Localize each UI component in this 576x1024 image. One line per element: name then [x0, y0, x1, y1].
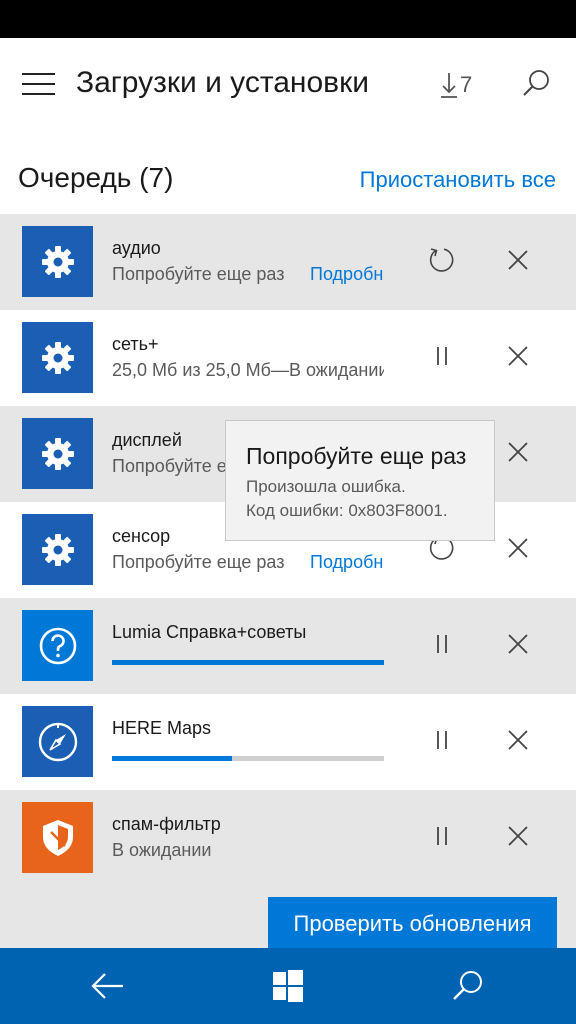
cancel-button[interactable] — [500, 242, 536, 278]
list-item[interactable]: спам-фильтр В ожидании — [0, 790, 576, 886]
shield-icon — [42, 819, 73, 856]
navigation-bar — [0, 948, 576, 1024]
tooltip-error-code: Код ошибки: 0x803F8001. — [246, 501, 448, 520]
cancel-button[interactable] — [500, 434, 536, 470]
gear-icon — [41, 341, 74, 374]
gear-icon — [41, 245, 74, 278]
pause-button[interactable] — [424, 818, 460, 854]
list-item[interactable]: сеть+ 25,0 Мб из 25,0 Мб—В ожидании — [0, 310, 576, 406]
item-name: аудио — [112, 238, 161, 258]
compass-icon — [38, 722, 77, 761]
retry-button[interactable] — [424, 242, 460, 278]
details-link[interactable]: Подробнее — [310, 264, 384, 285]
item-name: Lumia Справка+советы — [112, 622, 307, 642]
pause-icon — [437, 347, 447, 365]
item-name: сенсор — [112, 526, 171, 546]
list-item[interactable]: Lumia Справка+советы — [0, 598, 576, 694]
item-status: В ожидании — [112, 840, 212, 860]
cancel-button[interactable] — [500, 530, 536, 566]
pause-button[interactable] — [424, 626, 460, 662]
item-name: спам-фильтр — [112, 814, 221, 834]
app-tile — [22, 802, 93, 873]
details-link[interactable]: Подробнее — [310, 552, 384, 573]
help-question-icon — [39, 627, 76, 664]
hamburger-menu-icon[interactable] — [22, 72, 56, 96]
item-status: 25,0 Мб из 25,0 Мб—В ожидании — [112, 360, 384, 380]
back-button[interactable] — [86, 964, 130, 1008]
close-icon — [508, 826, 528, 846]
item-name: HERE Maps — [112, 718, 212, 738]
list-item[interactable]: HERE Maps — [0, 694, 576, 790]
cancel-button[interactable] — [500, 722, 536, 758]
list-item[interactable]: аудио Попробуйте еще раз Подробнее — [0, 214, 576, 310]
app-tile — [22, 706, 93, 777]
download-progress-bar — [112, 660, 384, 665]
close-icon — [508, 730, 528, 750]
downloads-indicator[interactable]: 7 — [440, 70, 472, 100]
close-icon — [508, 250, 528, 270]
cancel-button[interactable] — [500, 818, 536, 854]
download-progress-bar — [112, 756, 384, 761]
search-icon[interactable] — [520, 68, 552, 100]
back-arrow-icon — [91, 973, 123, 999]
item-name: дисплей — [112, 430, 182, 450]
tooltip-message: Произошла ошибка. — [246, 477, 406, 496]
queue-title: Очередь (7) — [18, 162, 174, 193]
cancel-button[interactable] — [500, 626, 536, 662]
page-title: Загрузки и установки — [76, 66, 369, 99]
close-icon — [508, 634, 528, 654]
header: Загрузки и установки 7 — [0, 38, 576, 138]
item-name: сеть+ — [112, 334, 159, 354]
search-icon — [453, 971, 482, 1000]
pause-button[interactable] — [424, 722, 460, 758]
app-tile — [22, 418, 93, 489]
app-tile — [22, 514, 93, 585]
close-icon — [508, 442, 528, 462]
pause-all-link[interactable]: Приостановить все — [360, 167, 556, 193]
app-tile — [22, 610, 93, 681]
close-icon — [508, 346, 528, 366]
check-updates-button[interactable]: Проверить обновления — [268, 897, 557, 950]
pause-icon — [437, 635, 447, 653]
windows-logo-icon — [273, 970, 303, 1002]
cancel-button[interactable] — [500, 338, 536, 374]
app-tile — [22, 322, 93, 393]
app-tile — [22, 226, 93, 297]
download-arrow-icon — [441, 73, 457, 98]
start-button[interactable] — [266, 964, 310, 1008]
error-tooltip: Попробуйте еще раз Произошла ошибка. Код… — [225, 420, 495, 541]
close-icon — [508, 538, 528, 558]
pause-button[interactable] — [424, 338, 460, 374]
download-list: аудио Попробуйте еще раз Подробнее — [0, 214, 576, 886]
tooltip-title: Попробуйте еще раз — [246, 443, 467, 469]
search-button[interactable] — [446, 964, 490, 1008]
download-count: 7 — [460, 72, 473, 97]
gear-icon — [41, 437, 74, 470]
pause-icon — [437, 827, 447, 845]
retry-icon — [429, 248, 454, 272]
gear-icon — [41, 533, 74, 566]
status-bar — [0, 0, 576, 38]
pause-icon — [437, 731, 447, 749]
